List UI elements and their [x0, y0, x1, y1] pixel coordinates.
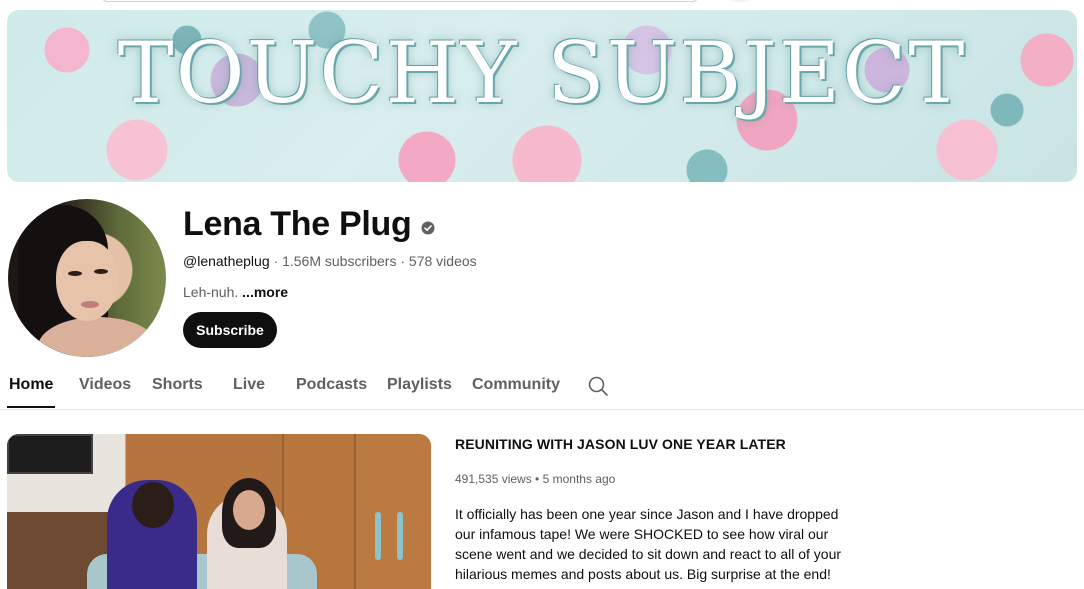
avatar-eye: [68, 271, 82, 276]
meta-separator: ·: [269, 253, 283, 269]
voice-search-button-edge[interactable]: [725, 0, 755, 2]
tab-community[interactable]: Community: [472, 376, 560, 394]
thumb-handle: [397, 512, 403, 560]
avatar-face: [56, 241, 118, 321]
subscriber-count: 1.56M subscribers: [282, 253, 397, 269]
channel-handle: @lenatheplug: [183, 253, 270, 269]
thumb-person-head: [132, 482, 174, 528]
more-link[interactable]: ...more: [242, 284, 288, 300]
description-line: It officially has been one year since Ja…: [455, 506, 839, 522]
thumb-tv: [7, 434, 93, 474]
tab-home[interactable]: Home: [9, 376, 53, 394]
search-icon[interactable]: [587, 375, 609, 397]
thumb-handle: [375, 512, 381, 560]
featured-video-thumbnail[interactable]: [7, 434, 431, 589]
upload-age: 5 months ago: [542, 472, 616, 486]
channel-tabs: Home Videos Shorts Live Podcasts Playlis…: [0, 364, 1084, 410]
search-bar-edge[interactable]: [100, 0, 700, 2]
description-line: our infamous tape! We were SHOCKED to se…: [455, 526, 829, 542]
description-line: scene went and we decided to sit down an…: [455, 546, 842, 562]
featured-video-description: It officially has been one year since Ja…: [455, 504, 855, 584]
avatar-eye: [94, 269, 108, 274]
channel-avatar[interactable]: [8, 199, 166, 357]
channel-meta: @lenatheplug · 1.56M subscribers · 578 v…: [183, 253, 477, 269]
description-line: hilarious memes and posts about us. Big …: [455, 566, 831, 582]
meta-separator: ·: [396, 253, 409, 269]
meta-dot: •: [531, 472, 543, 486]
verified-check-icon: [421, 221, 435, 235]
description-text: Leh-nuh.: [183, 284, 239, 300]
subscribe-button[interactable]: Subscribe: [183, 312, 277, 348]
video-count: 578 videos: [408, 253, 477, 269]
thumb-person-head: [233, 490, 265, 530]
channel-description[interactable]: Leh-nuh. ...more: [183, 284, 288, 300]
tab-live[interactable]: Live: [233, 376, 265, 394]
tab-shorts[interactable]: Shorts: [152, 376, 203, 394]
view-count: 491,535 views: [455, 472, 532, 486]
featured-video-meta: 491,535 views • 5 months ago: [455, 472, 615, 486]
channel-banner: TOUCHY SUBJECT: [7, 10, 1077, 182]
thumb-cabinet: [354, 434, 431, 589]
tab-videos[interactable]: Videos: [79, 376, 131, 394]
tab-podcasts[interactable]: Podcasts: [296, 376, 367, 394]
featured-video-title[interactable]: REUNITING WITH JASON LUV ONE YEAR LATER: [455, 436, 786, 452]
active-tab-indicator: [7, 406, 55, 408]
avatar-lips: [81, 301, 99, 308]
banner-title: TOUCHY SUBJECT: [117, 24, 967, 122]
tab-playlists[interactable]: Playlists: [387, 376, 452, 394]
channel-name: Lena The Plug: [183, 205, 412, 243]
